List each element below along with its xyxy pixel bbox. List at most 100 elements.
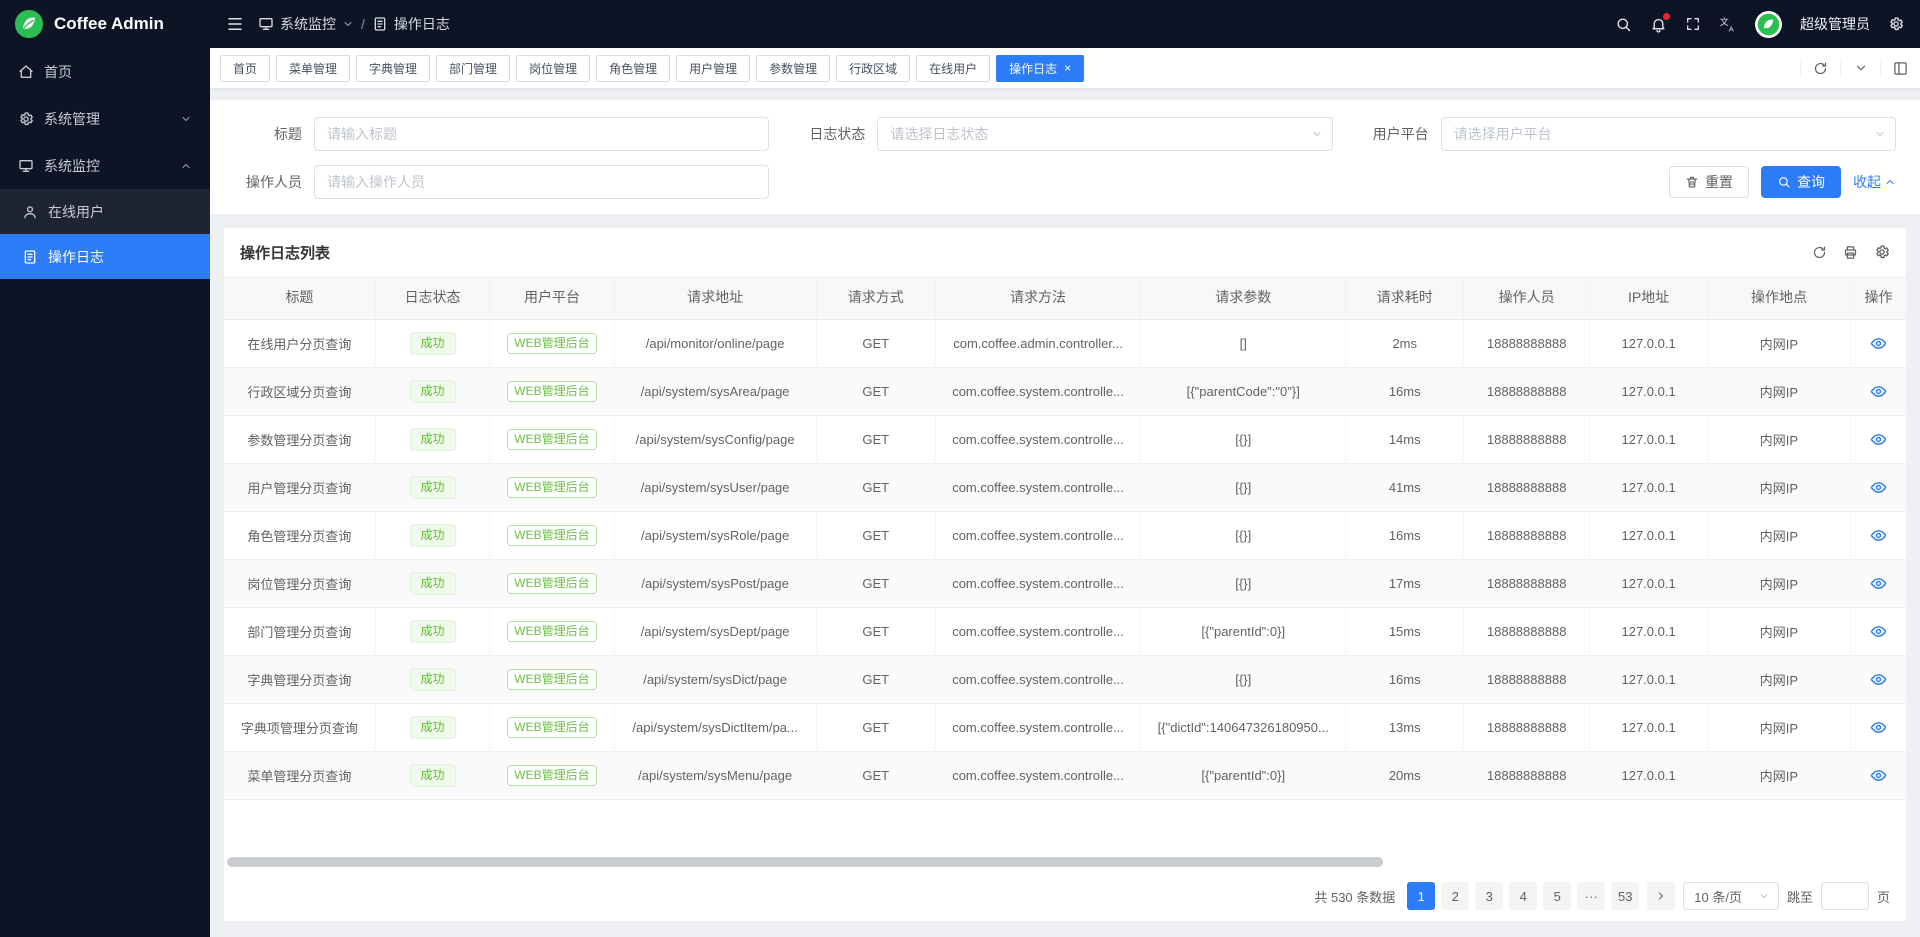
- page-button-4[interactable]: 4: [1509, 882, 1537, 910]
- table-row-6: 部门管理分页查询 成功 WEB管理后台 /api/system/sysDept/…: [224, 607, 1906, 655]
- page-button-53[interactable]: 53: [1611, 882, 1639, 910]
- jump-page-input[interactable]: [1821, 882, 1869, 910]
- tab-3[interactable]: 部门管理: [436, 55, 510, 82]
- view-detail-eye-icon[interactable]: [1870, 623, 1887, 640]
- sidebar-submenu: 在线用户 操作日志: [0, 189, 210, 279]
- table-row-3: 用户管理分页查询 成功 WEB管理后台 /api/system/sysUser/…: [224, 463, 1906, 511]
- sidebar-item-0[interactable]: 首页: [0, 48, 210, 95]
- operator-input[interactable]: [314, 165, 769, 199]
- tab-0[interactable]: 首页: [220, 55, 270, 82]
- search-icon[interactable]: [1615, 16, 1632, 33]
- page-button-2[interactable]: 2: [1441, 882, 1469, 910]
- cell-location: 内网IP: [1707, 511, 1850, 559]
- column-header-6: 请求参数: [1141, 276, 1346, 319]
- column-header-8: 操作人员: [1464, 276, 1590, 319]
- sidebar-subitem-2-1[interactable]: 操作日志: [0, 234, 210, 279]
- cell-platform: WEB管理后台: [490, 703, 614, 751]
- jump-label: 跳至: [1787, 887, 1813, 906]
- tab-menu-chevron-down-icon[interactable]: [1840, 61, 1880, 76]
- tab-5[interactable]: 角色管理: [596, 55, 670, 82]
- platform-badge: WEB管理后台: [507, 621, 596, 642]
- view-detail-eye-icon[interactable]: [1870, 767, 1887, 784]
- tab-6[interactable]: 用户管理: [676, 55, 750, 82]
- tab-close-icon[interactable]: ×: [1064, 62, 1071, 74]
- cell-method: GET: [816, 607, 935, 655]
- search-button[interactable]: 查询: [1761, 166, 1841, 198]
- cell-operator: 18888888888: [1464, 607, 1590, 655]
- app-logo[interactable]: Coffee Admin: [0, 0, 210, 48]
- tab-actions: [1800, 61, 1920, 76]
- filter-status-field: 日志状态: [797, 117, 1332, 151]
- page-button-1[interactable]: 1: [1407, 882, 1435, 910]
- table-empty-space: [224, 800, 1906, 858]
- fullscreen-icon[interactable]: [1685, 16, 1701, 32]
- view-detail-eye-icon[interactable]: [1870, 719, 1887, 736]
- cell-status: 成功: [375, 367, 489, 415]
- cell-params: []: [1141, 319, 1346, 367]
- page-size-select[interactable]: 10 条/页: [1683, 882, 1779, 910]
- tab-2[interactable]: 字典管理: [356, 55, 430, 82]
- avatar[interactable]: [1755, 11, 1782, 38]
- sidebar-item-1[interactable]: 系统管理: [0, 95, 210, 142]
- tab-1[interactable]: 菜单管理: [276, 55, 350, 82]
- print-icon[interactable]: [1843, 245, 1858, 260]
- view-detail-eye-icon[interactable]: [1870, 671, 1887, 688]
- platform-select[interactable]: [1441, 117, 1896, 151]
- breadcrumb-section[interactable]: 系统监控: [258, 14, 354, 34]
- username[interactable]: 超级管理员: [1800, 14, 1870, 34]
- horizontal-scrollbar: [227, 857, 1903, 869]
- cell-actions: [1850, 367, 1906, 415]
- view-detail-eye-icon[interactable]: [1870, 431, 1887, 448]
- breadcrumb: 系统监控 / 操作日志: [258, 14, 450, 34]
- tab-8[interactable]: 行政区域: [836, 55, 910, 82]
- refresh-tab-icon[interactable]: [1800, 61, 1840, 76]
- page-button-···[interactable]: ···: [1577, 882, 1605, 910]
- view-detail-eye-icon[interactable]: [1870, 575, 1887, 592]
- card-header: 操作日志列表: [224, 228, 1906, 276]
- monitor-icon: [18, 158, 34, 174]
- title-input[interactable]: [314, 117, 769, 151]
- cell-ip: 127.0.0.1: [1590, 511, 1708, 559]
- collapse-link[interactable]: 收起: [1853, 172, 1896, 192]
- next-page-button[interactable]: [1647, 882, 1675, 910]
- table-header-row: 标题日志状态用户平台请求地址请求方式请求方法请求参数请求耗时操作人员IP地址操作…: [224, 276, 1906, 319]
- sidebar-subitem-2-0[interactable]: 在线用户: [0, 189, 210, 234]
- page-button-3[interactable]: 3: [1475, 882, 1503, 910]
- tab-10[interactable]: 操作日志 ×: [996, 55, 1084, 82]
- notifications-bell-icon[interactable]: [1650, 16, 1667, 33]
- page-button-5[interactable]: 5: [1543, 882, 1571, 910]
- scrollbar-thumb[interactable]: [227, 857, 1383, 867]
- monitor-icon: [258, 16, 274, 32]
- chevron-up-icon: [1884, 176, 1896, 188]
- cell-title: 参数管理分页查询: [224, 415, 375, 463]
- reset-button[interactable]: 重置: [1669, 166, 1749, 198]
- layout-toggle-icon[interactable]: [1880, 61, 1920, 76]
- cell-url: /api/system/sysDept/page: [614, 607, 816, 655]
- view-detail-eye-icon[interactable]: [1870, 383, 1887, 400]
- cell-actions: [1850, 511, 1906, 559]
- status-select[interactable]: [877, 117, 1332, 151]
- translate-icon[interactable]: 文A: [1719, 15, 1737, 33]
- view-detail-eye-icon[interactable]: [1870, 335, 1887, 352]
- breadcrumb-page[interactable]: 操作日志: [372, 14, 450, 34]
- cell-status: 成功: [375, 319, 489, 367]
- notification-dot: [1663, 13, 1670, 20]
- view-detail-eye-icon[interactable]: [1870, 479, 1887, 496]
- tab-9[interactable]: 在线用户: [916, 55, 990, 82]
- cell-handler: com.coffee.system.controlle...: [935, 463, 1140, 511]
- sidebar-item-2[interactable]: 系统监控: [0, 142, 210, 189]
- refresh-icon[interactable]: [1812, 245, 1827, 260]
- column-settings-icon[interactable]: [1874, 244, 1890, 260]
- view-detail-eye-icon[interactable]: [1870, 527, 1887, 544]
- platform-badge: WEB管理后台: [507, 669, 596, 690]
- tab-7[interactable]: 参数管理: [756, 55, 830, 82]
- tab-4[interactable]: 岗位管理: [516, 55, 590, 82]
- menu-fold-icon[interactable]: [226, 15, 244, 33]
- status-badge: 成功: [410, 380, 456, 403]
- cell-platform: WEB管理后台: [490, 367, 614, 415]
- cell-ip: 127.0.0.1: [1590, 415, 1708, 463]
- settings-gear-icon[interactable]: [1888, 16, 1904, 32]
- cell-handler: com.coffee.system.controlle...: [935, 415, 1140, 463]
- column-header-3: 请求地址: [614, 276, 816, 319]
- tabbar: 首页 菜单管理 字典管理 部门管理 岗位管理 角色管理 用户管理 参数管理 行政…: [210, 48, 1920, 88]
